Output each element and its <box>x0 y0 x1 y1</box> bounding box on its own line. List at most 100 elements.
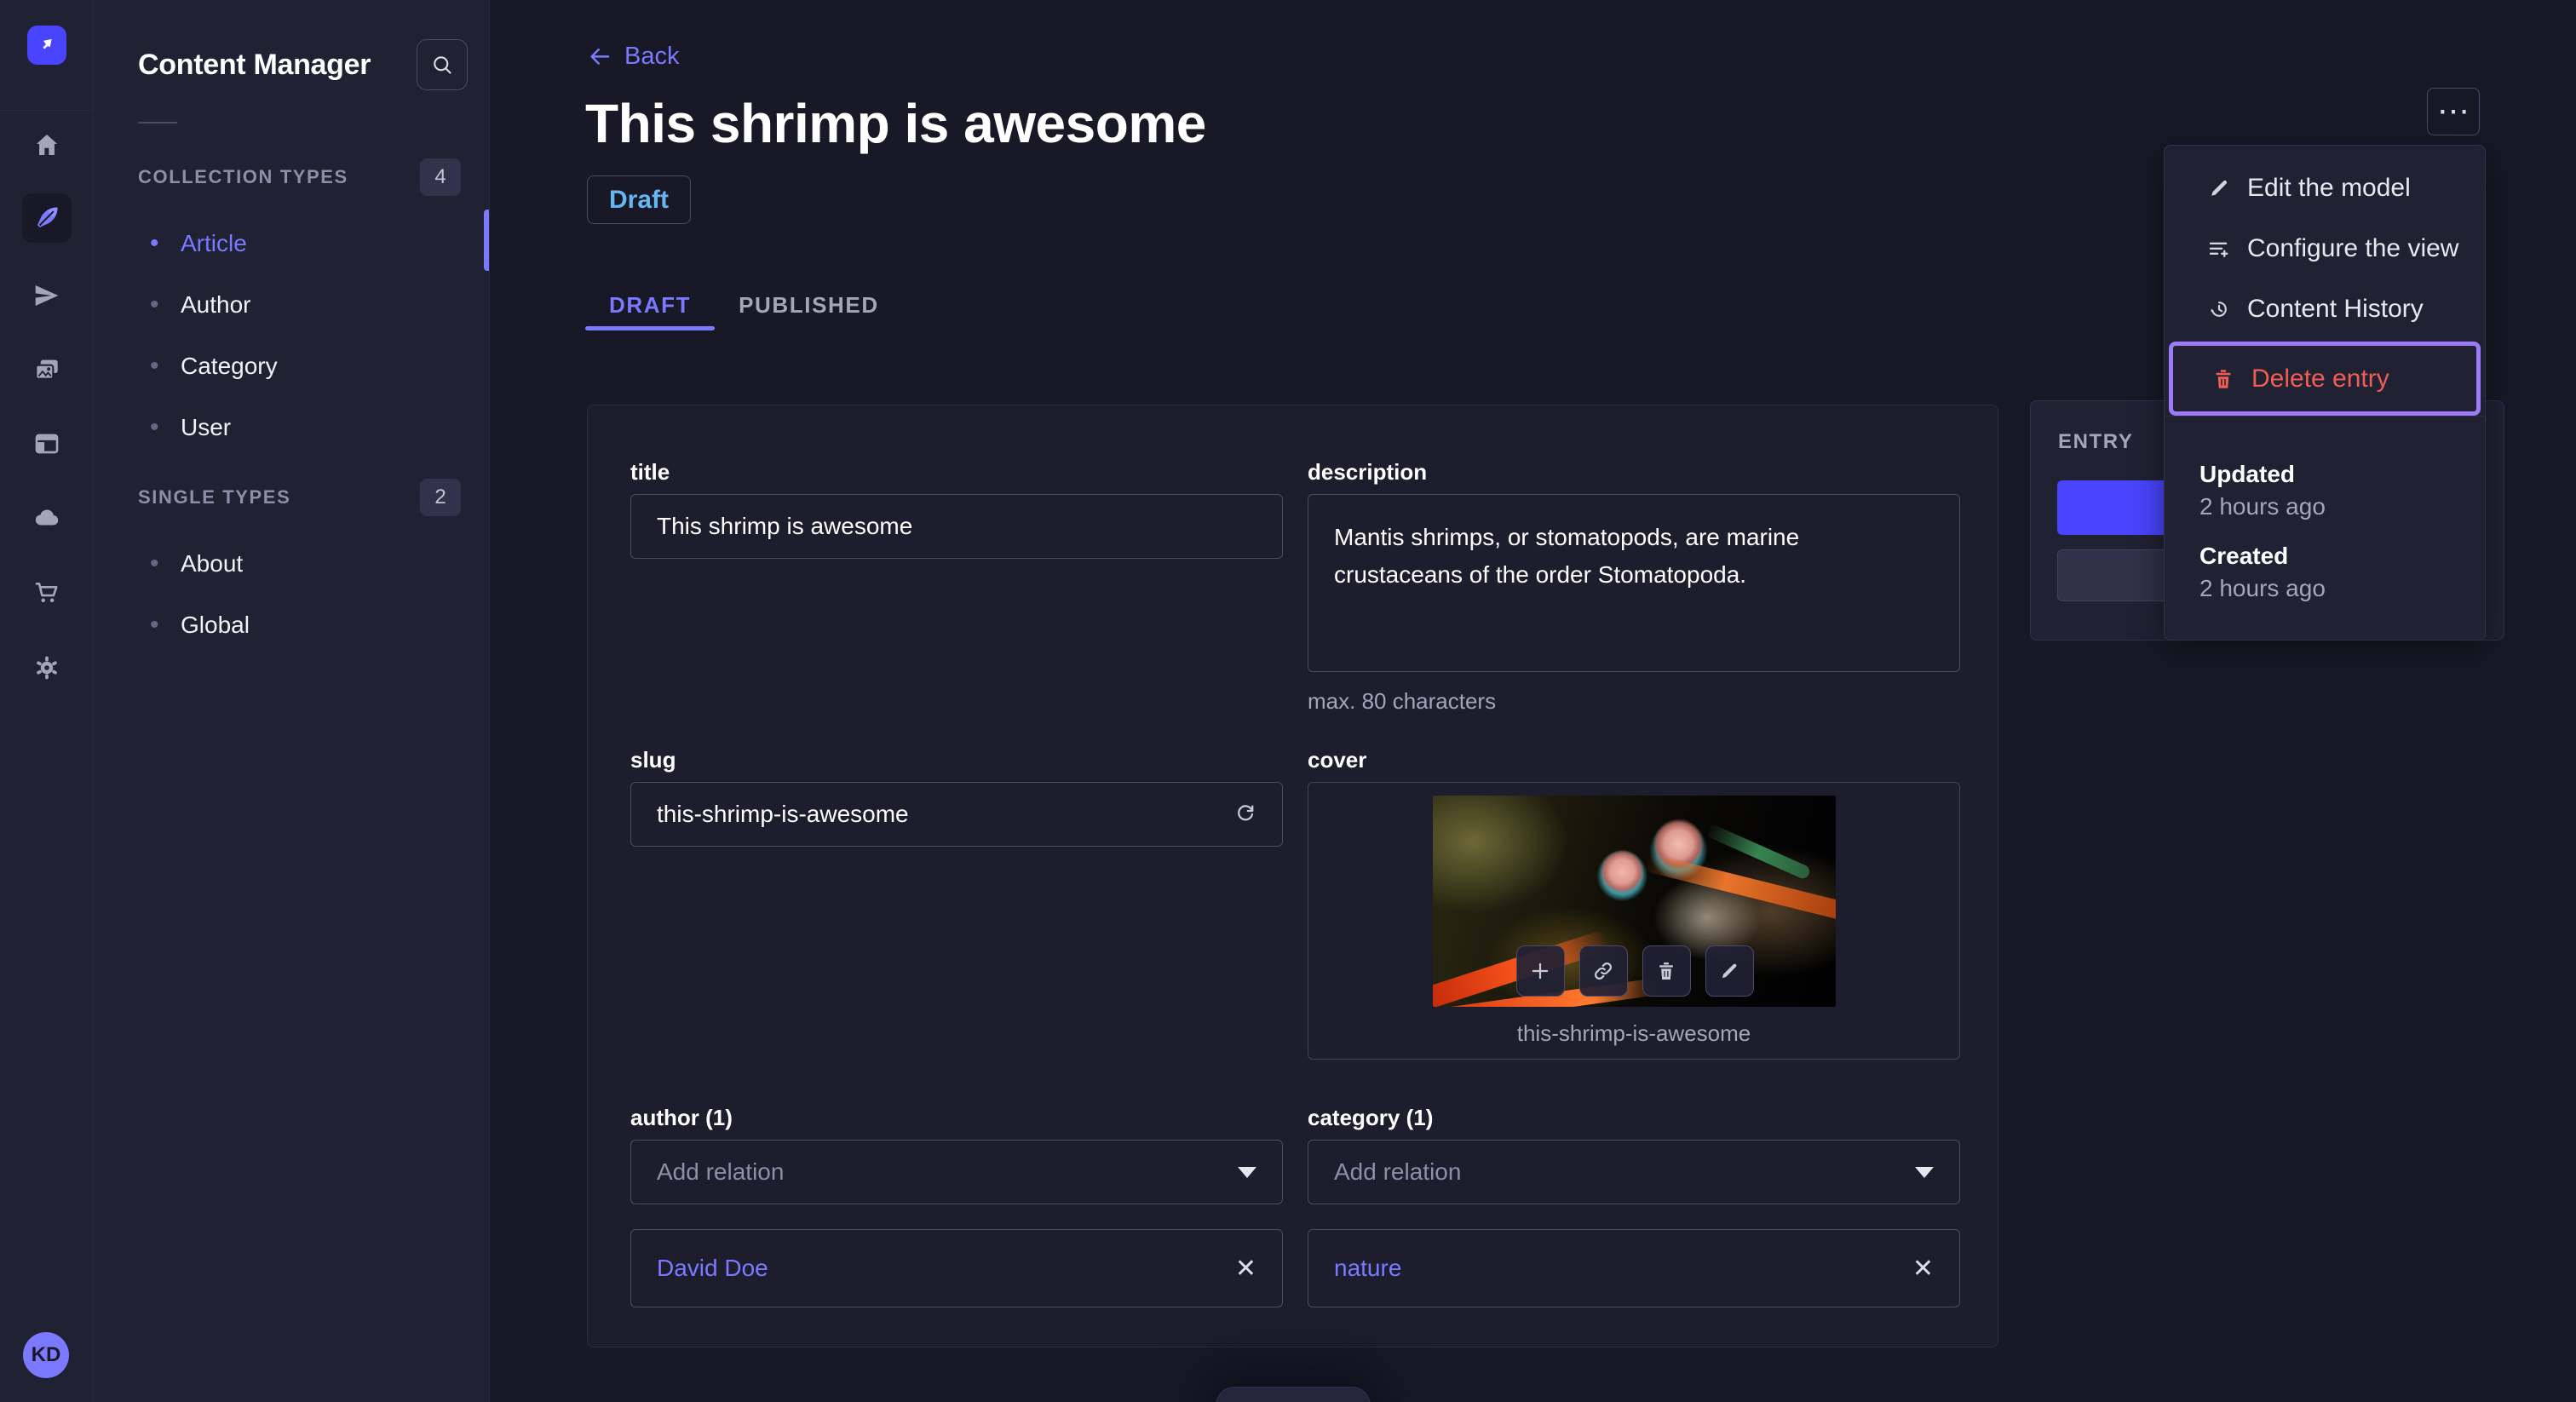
menu-item-label: Configure the view <box>2247 233 2459 262</box>
field-author: author (1) Add relation David Doe ✕ <box>630 1105 1283 1307</box>
sidebar-item-label: Author <box>181 291 251 318</box>
field-label-cover: cover <box>1308 747 1367 773</box>
cover-image[interactable] <box>1432 796 1836 1007</box>
home-icon[interactable] <box>22 120 72 170</box>
description-textarea[interactable]: Mantis shrimps, or stomatopods, are mari… <box>1308 494 1960 672</box>
bullet-icon: • <box>150 413 159 441</box>
add-asset-button[interactable] <box>1515 945 1565 997</box>
menu-item-label: Content History <box>2247 294 2424 323</box>
content-type-builder-layout-icon[interactable] <box>22 419 72 468</box>
content-manager-feather-icon[interactable] <box>22 193 72 243</box>
main-content: Back This shrimp is awesome Draft DRAFT … <box>490 0 2576 1402</box>
menu-item-delete-entry[interactable]: Delete entry <box>2169 342 2481 416</box>
delete-asset-button[interactable] <box>1642 945 1691 997</box>
slug-input[interactable] <box>630 782 1283 847</box>
nav-rail: KD <box>0 0 94 1402</box>
single-types-list: • About • Global <box>94 533 489 656</box>
section-label: COLLECTION TYPES <box>138 166 348 187</box>
menu-item-edit-the-model[interactable]: Edit the model <box>2165 158 2485 218</box>
copy-link-button[interactable] <box>1578 945 1628 997</box>
sidebar-item-author[interactable]: • Author <box>94 274 489 336</box>
entry-meta: Updated 2 hours ago Created 2 hours ago <box>2165 417 2485 602</box>
scroll-to-bottom-pill[interactable] <box>1216 1387 1371 1402</box>
history-clock-icon <box>2205 297 2234 321</box>
author-relation-chip: David Doe ✕ <box>630 1229 1283 1307</box>
bullet-icon: • <box>150 352 159 380</box>
sidebar-item-label: Article <box>181 230 247 256</box>
meta-label-updated: Updated <box>2199 461 2295 487</box>
sidebar-item-global[interactable]: • Global <box>94 595 489 656</box>
chevron-down-icon <box>1915 1166 1934 1178</box>
tab-draft[interactable]: DRAFT <box>585 279 716 330</box>
single-types-count-badge: 2 <box>420 479 461 516</box>
meta-value-created: 2 hours ago <box>2199 575 2326 601</box>
collection-types-count-badge: 4 <box>420 158 461 196</box>
entry-form-card: title description Mantis shrimps, or sto… <box>587 405 1998 1347</box>
field-label-author: author (1) <box>630 1105 733 1130</box>
relation-link[interactable]: nature <box>1334 1255 1401 1282</box>
more-actions-button[interactable]: ⋯ <box>2427 88 2480 135</box>
remove-relation-button[interactable]: ✕ <box>1912 1254 1934 1284</box>
search-button[interactable] <box>417 39 468 90</box>
regenerate-slug-button[interactable] <box>1218 787 1273 842</box>
status-badge: Draft <box>587 175 692 224</box>
entry-panel-title: ENTRY <box>2058 430 2134 453</box>
settings-gear-icon[interactable] <box>22 643 72 692</box>
meta-label-created: Created <box>2199 543 2289 569</box>
field-title: title <box>630 459 1283 747</box>
tab-published[interactable]: PUBLISHED <box>715 279 903 330</box>
section-label: SINGLE TYPES <box>138 486 291 508</box>
pencil-icon <box>1722 963 1737 979</box>
content-manager-subnav: Content Manager COLLECTION TYPES 4 • Art… <box>94 0 490 1402</box>
field-label-title: title <box>630 459 670 485</box>
title-input[interactable] <box>630 494 1283 559</box>
arrow-left-icon <box>590 48 610 65</box>
media-library-icon[interactable] <box>22 345 72 394</box>
bullet-icon: • <box>150 549 159 577</box>
sidebar-item-user[interactable]: • User <box>94 397 489 458</box>
menu-item-content-history[interactable]: Content History <box>2165 279 2485 339</box>
collection-types-header: COLLECTION TYPES 4 <box>138 158 461 196</box>
select-placeholder: Add relation <box>1334 1158 1462 1185</box>
photo-detail <box>1643 853 1836 921</box>
active-item-indicator <box>484 210 489 271</box>
back-button[interactable]: Back <box>587 43 679 71</box>
field-label-category: category (1) <box>1308 1105 1434 1130</box>
menu-item-label: Edit the model <box>2247 173 2411 202</box>
menu-item-label: Delete entry <box>2251 364 2389 393</box>
collection-types-list: • Article • Author • Category • User <box>94 213 489 458</box>
field-description: description Mantis shrimps, or stomatopo… <box>1308 459 1960 747</box>
deploy-cloud-icon[interactable] <box>22 493 72 543</box>
sidebar-item-label: Category <box>181 353 278 379</box>
entry-actions-menu: Edit the model Configure the view Conten… <box>2164 145 2486 641</box>
description-hint: max. 80 characters <box>1308 688 1497 714</box>
author-relation-select[interactable]: Add relation <box>630 1140 1283 1204</box>
subnav-title: Content Manager <box>138 48 371 81</box>
strapi-logo[interactable] <box>26 26 66 65</box>
bullet-icon: • <box>150 290 159 319</box>
menu-item-configure-the-view[interactable]: Configure the view <box>2165 218 2485 279</box>
rail-logo-area <box>0 0 93 111</box>
sidebar-item-label: Global <box>181 612 250 638</box>
sidebar-item-category[interactable]: • Category <box>94 336 489 397</box>
category-relation-select[interactable]: Add relation <box>1308 1140 1960 1204</box>
back-label: Back <box>624 43 680 70</box>
plus-icon <box>1532 962 1549 980</box>
cover-actions <box>1515 945 1754 997</box>
sidebar-item-article[interactable]: • Article <box>94 213 489 274</box>
refresh-icon <box>1238 805 1254 821</box>
sidebar-item-label: User <box>181 414 232 440</box>
avatar[interactable]: KD <box>23 1332 69 1378</box>
trash-icon <box>1659 962 1673 980</box>
select-placeholder: Add relation <box>657 1158 785 1185</box>
releases-paper-plane-icon[interactable] <box>22 271 72 320</box>
remove-relation-button[interactable]: ✕ <box>1235 1254 1256 1284</box>
marketplace-cart-icon[interactable] <box>22 568 72 618</box>
chevron-down-icon <box>1238 1166 1256 1178</box>
field-category: category (1) Add relation nature ✕ <box>1308 1105 1960 1307</box>
sidebar-item-about[interactable]: • About <box>94 533 489 595</box>
cover-filename: this-shrimp-is-awesome <box>1516 1020 1751 1046</box>
relation-link[interactable]: David Doe <box>657 1255 768 1282</box>
divider <box>138 122 177 124</box>
edit-asset-button[interactable] <box>1705 945 1754 997</box>
